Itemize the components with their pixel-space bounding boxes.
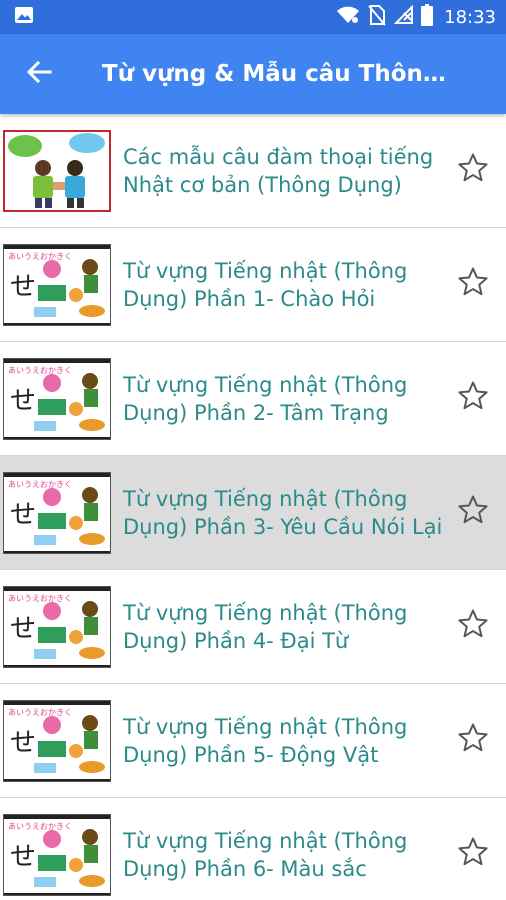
list-item-title: Từ vựng Tiếng nhật (Thông Dụng) Phần 1- … — [123, 258, 408, 311]
favorite-button[interactable] — [454, 836, 492, 874]
list-item[interactable]: Các mẫu câu đàm thoại tiếng Nhật cơ bản … — [0, 114, 506, 228]
svg-text:あいうえおかきく: あいうえおかきく — [8, 480, 72, 489]
star-icon — [456, 265, 490, 304]
list-item-title: Từ vựng Tiếng nhật (Thông Dụng) Phần 2- … — [123, 372, 408, 425]
svg-text:せ: せ — [10, 386, 36, 416]
list-item[interactable]: あいうえおかきく せ Từ vựng Tiếng nhật (Thông Dụn… — [0, 684, 506, 798]
conversation-thumbnail — [3, 129, 111, 212]
favorite-button[interactable] — [454, 152, 492, 190]
vocabulary-thumbnail: あいうえおかきく せ — [3, 471, 111, 554]
vocabulary-thumbnail: あいうえおかきく せ — [3, 357, 111, 440]
star-icon — [456, 151, 490, 190]
svg-text:あいうえおかきく: あいうえおかきく — [8, 822, 72, 831]
star-icon — [456, 607, 490, 646]
svg-text:せ: せ — [10, 728, 36, 758]
list-item-title: Từ vựng Tiếng nhật (Thông Dụng) Phần 5- … — [123, 714, 408, 767]
svg-text:せ: せ — [10, 614, 36, 644]
battery-icon — [421, 3, 434, 31]
favorite-button[interactable] — [454, 722, 492, 760]
lesson-list: Các mẫu câu đàm thoại tiếng Nhật cơ bản … — [0, 114, 506, 900]
svg-text:あいうえおかきく: あいうえおかきく — [8, 252, 72, 261]
page-title: Từ vựng & Mẫu câu Thông… — [102, 61, 454, 87]
back-button[interactable] — [0, 34, 78, 114]
star-icon — [456, 721, 490, 760]
image-icon — [14, 5, 34, 30]
list-item-title: Các mẫu câu đàm thoại tiếng Nhật cơ bản … — [123, 144, 434, 197]
svg-text:せ: せ — [10, 842, 36, 872]
vocabulary-thumbnail: あいうえおかきく せ — [3, 813, 111, 896]
no-sim-icon — [367, 4, 387, 31]
star-icon — [456, 493, 490, 532]
app-bar: Từ vựng & Mẫu câu Thông… — [0, 34, 506, 114]
list-item-title: Từ vựng Tiếng nhật (Thông Dụng) Phần 4- … — [123, 600, 408, 653]
status-time: 18:33 — [444, 6, 496, 28]
no-signal-icon — [393, 4, 414, 30]
list-item[interactable]: あいうえおかきく せ Từ vựng Tiếng nhật (Thông Dụn… — [0, 798, 506, 900]
favorite-button[interactable] — [454, 266, 492, 304]
star-icon — [456, 379, 490, 418]
vocabulary-thumbnail: あいうえおかきく せ — [3, 585, 111, 668]
list-item[interactable]: あいうえおかきく せ Từ vựng Tiếng nhật (Thông Dụn… — [0, 570, 506, 684]
svg-text:せ: せ — [10, 500, 36, 530]
list-item-title: Từ vựng Tiếng nhật (Thông Dụng) Phần 3- … — [123, 486, 443, 539]
favorite-button[interactable] — [454, 494, 492, 532]
wifi-icon — [336, 5, 360, 30]
list-item[interactable]: あいうえおかきく せ Từ vựng Tiếng nhật (Thông Dụn… — [0, 342, 506, 456]
favorite-button[interactable] — [454, 380, 492, 418]
vocabulary-thumbnail: あいうえおかきく せ — [3, 699, 111, 782]
list-item[interactable]: あいうえおかきく せ Từ vựng Tiếng nhật (Thông Dụn… — [0, 456, 506, 570]
favorite-button[interactable] — [454, 608, 492, 646]
list-item[interactable]: あいうえおかきく せ Từ vựng Tiếng nhật (Thông Dụn… — [0, 228, 506, 342]
arrow-back-icon — [26, 59, 52, 90]
svg-text:あいうえおかきく: あいうえおかきく — [8, 708, 72, 717]
svg-text:あいうえおかきく: あいうえおかきく — [8, 594, 72, 603]
list-item-title: Từ vựng Tiếng nhật (Thông Dụng) Phần 6- … — [123, 828, 408, 881]
svg-text:せ: せ — [10, 272, 36, 302]
status-bar: 18:33 — [0, 0, 506, 34]
vocabulary-thumbnail: あいうえおかきく せ — [3, 243, 111, 326]
star-icon — [456, 835, 490, 874]
svg-text:あいうえおかきく: あいうえおかきく — [8, 366, 72, 375]
